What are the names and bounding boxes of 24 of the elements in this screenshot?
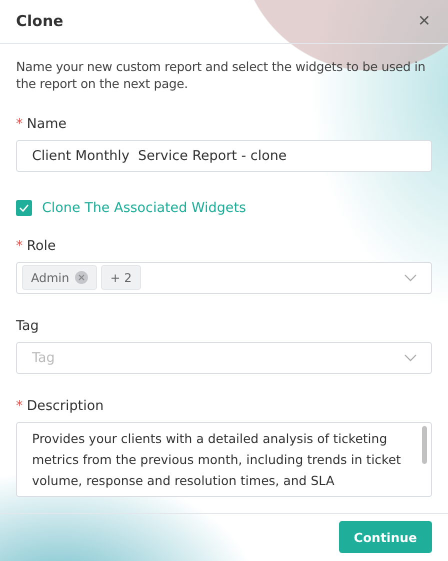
select-placeholder: Tag <box>31 350 55 366</box>
checkmark-icon <box>19 204 29 212</box>
required-asterisk: * <box>16 116 23 132</box>
role-tag: + 2 <box>101 265 141 290</box>
select-field[interactable]: Admin + 2 <box>16 262 432 294</box>
checkbox-label[interactable]: Clone The Associated Widgets <box>42 200 246 216</box>
dialog-title: Clone <box>16 12 64 30</box>
field-label: Name <box>26 116 67 132</box>
field-label: Tag <box>16 318 39 334</box>
role-tag: Admin <box>22 265 98 290</box>
required-asterisk: * <box>16 398 23 414</box>
name-field[interactable]: Client Monthly Service Report - clone <box>16 140 432 172</box>
continue-button[interactable]: Continue <box>338 521 432 554</box>
remove-icon[interactable] <box>75 271 88 284</box>
field-label: Role <box>26 238 56 254</box>
chevron-down-icon <box>404 354 417 362</box>
checkbox[interactable] <box>16 200 32 216</box>
chevron-down-icon <box>404 274 417 282</box>
scrollbar-thumb[interactable] <box>422 426 427 464</box>
close-button[interactable]: × <box>416 11 432 32</box>
intro-text: Name your new custom report and select the widgets to be used in the report on the next page. <box>16 58 426 92</box>
field-label: Description <box>26 398 104 414</box>
description-field[interactable]: Provides your clients with a detailed analysis of ticketing metrics from the previous month, including trends in ticket volume, response and resolution times, and SLA <box>16 422 432 497</box>
required-asterisk: * <box>16 238 23 254</box>
